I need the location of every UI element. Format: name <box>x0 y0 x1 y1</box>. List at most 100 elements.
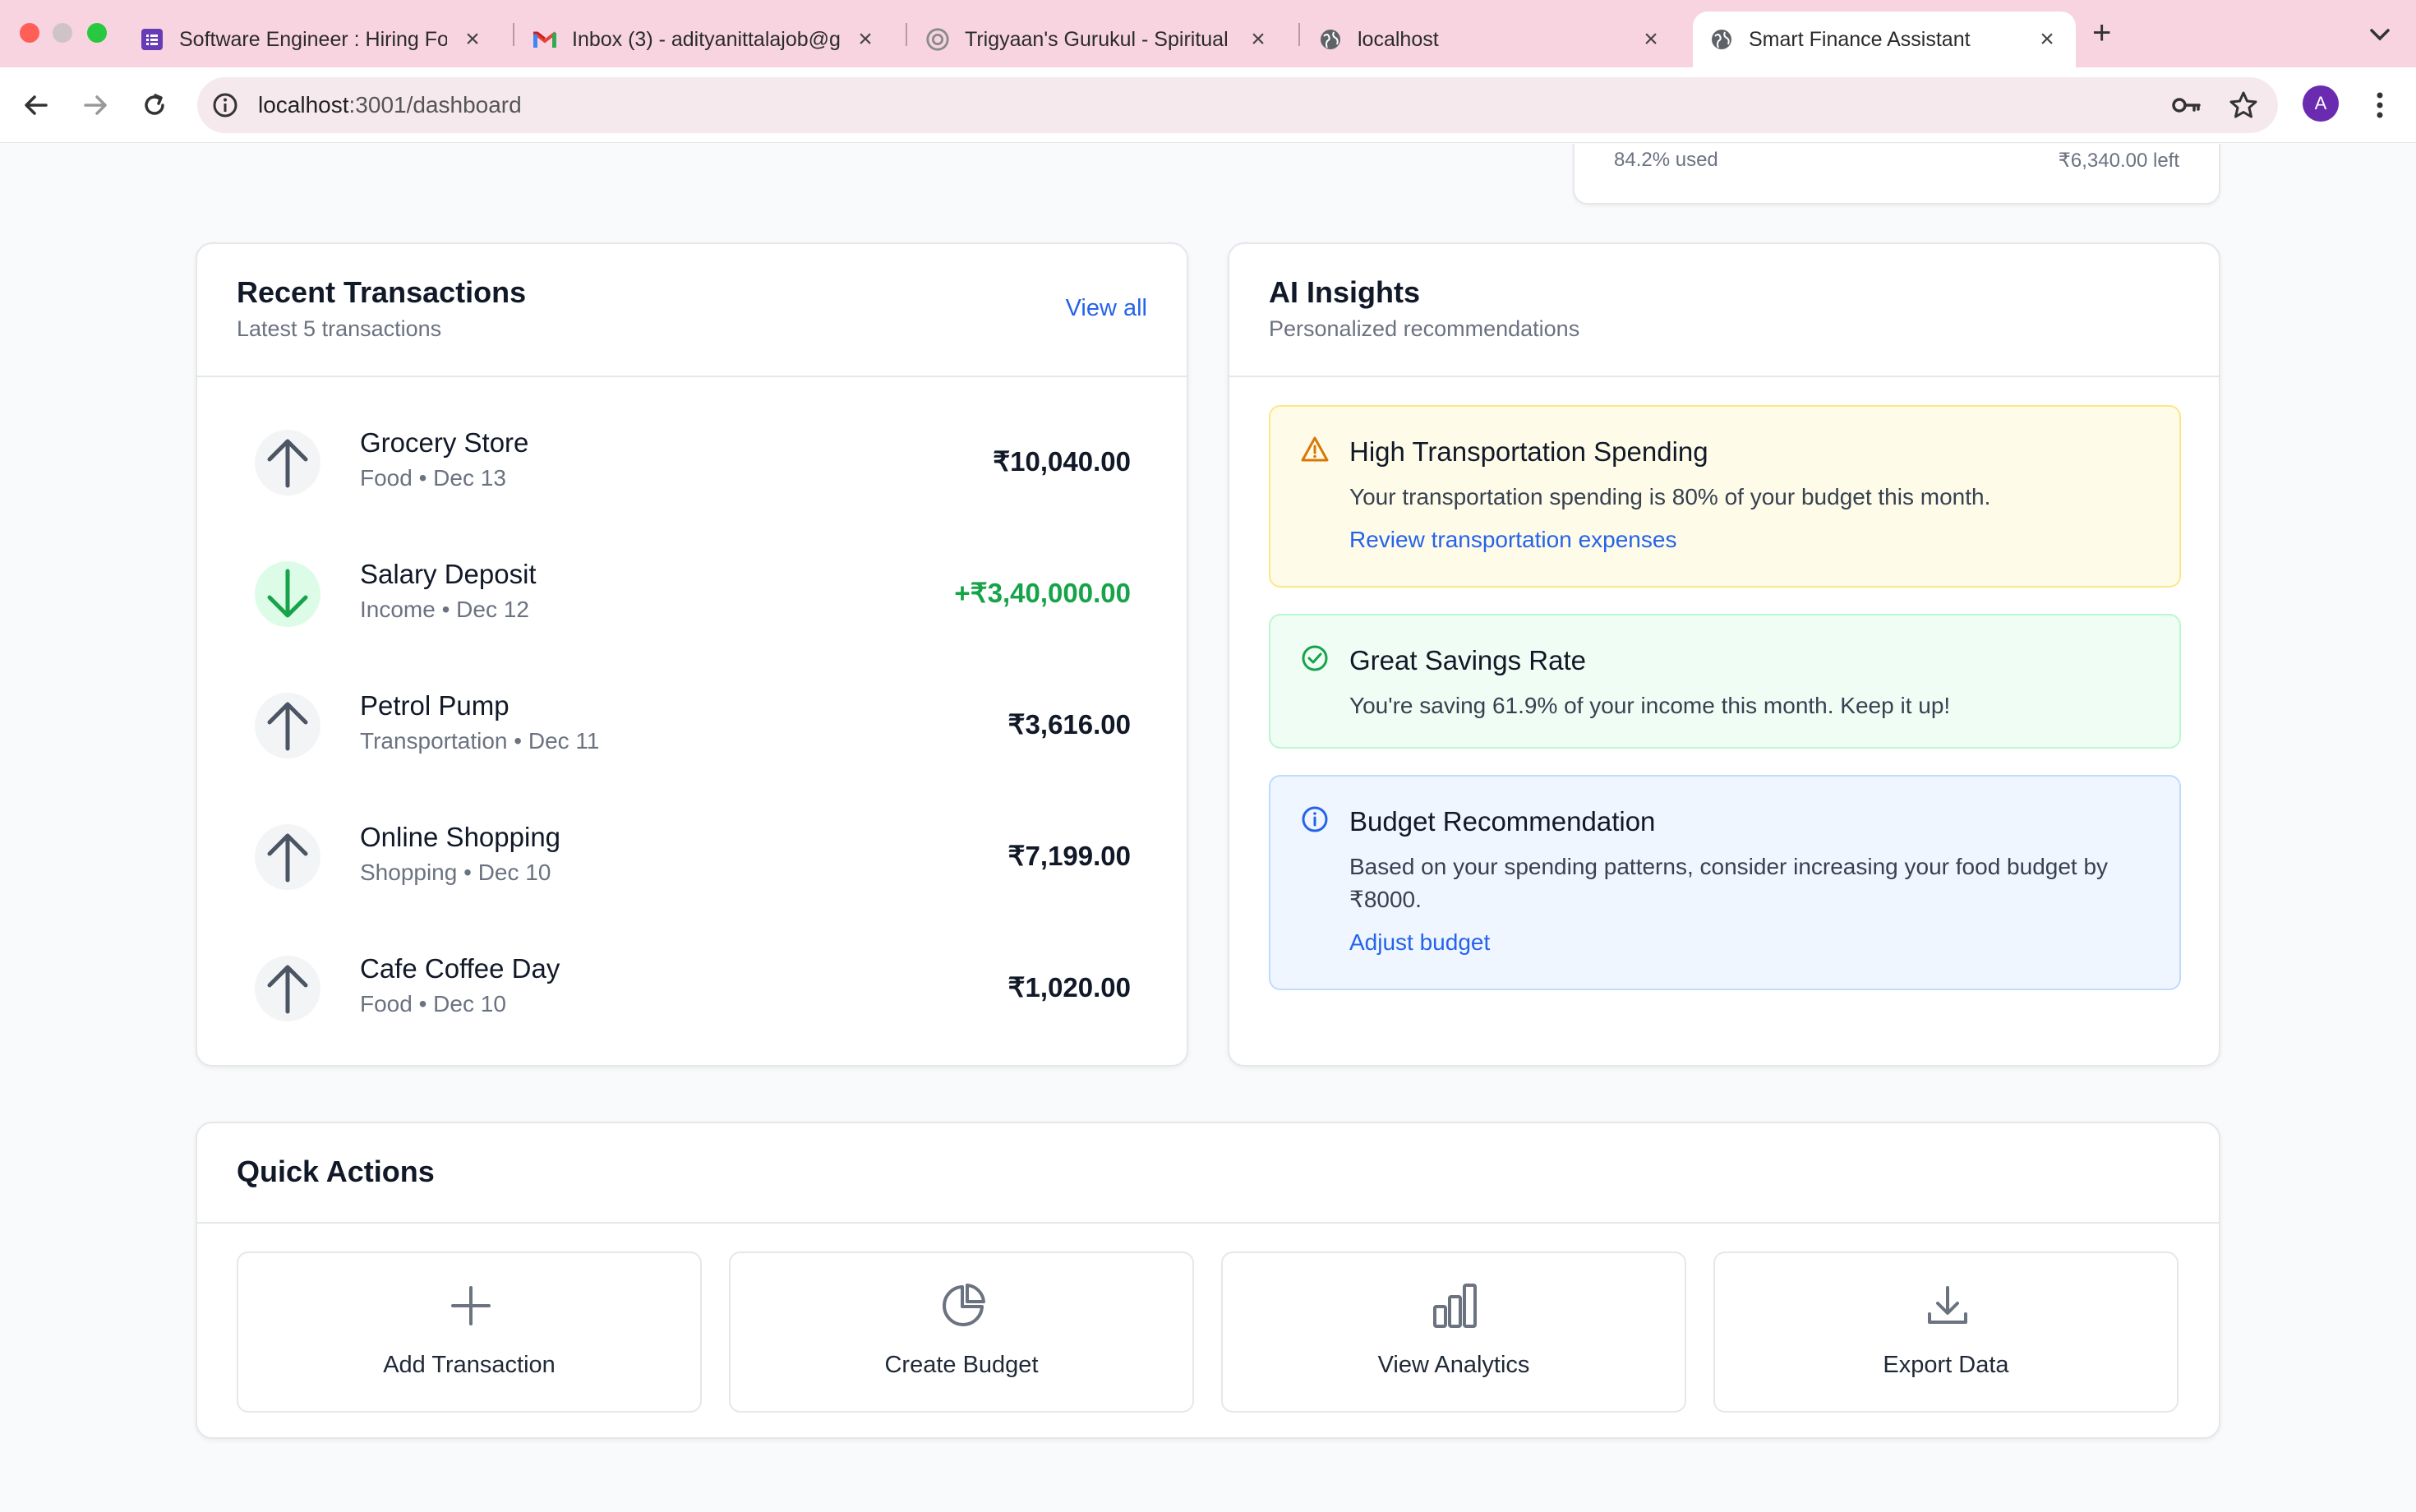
review-transportation-link[interactable]: Review transportation expenses <box>1349 527 1676 553</box>
tab-close-icon[interactable]: × <box>1246 25 1270 53</box>
browser-tab-active[interactable]: Smart Finance Assistant × <box>1693 12 2076 67</box>
globe-icon <box>1709 27 1734 52</box>
back-arrow-icon[interactable] <box>16 85 56 125</box>
insight-success: Great Savings Rate You're saving 61.9% o… <box>1269 614 2181 749</box>
transaction-name: Petrol Pump <box>360 690 509 721</box>
budget-summary-card: 84.2% used ₹6,340.00 left <box>1573 144 2220 205</box>
tab-close-icon[interactable]: × <box>1639 25 1663 53</box>
check-circle-icon <box>1300 643 1330 673</box>
globe-icon <box>1318 27 1343 52</box>
ai-insights-card: AI Insights Personalized recommendations… <box>1228 242 2220 1067</box>
pie-chart-icon <box>938 1281 988 1330</box>
browser-tab[interactable]: Inbox (3) - adityanittalajob@g × <box>516 12 894 67</box>
tab-divider <box>513 23 514 46</box>
tab-title: Software Engineer : Hiring Fo <box>179 27 447 51</box>
transaction-row[interactable]: Cafe Coffee Day Food • Dec 10 ₹1,020.00 <box>255 943 1131 1034</box>
url-text: localhost:3001/dashboard <box>258 92 522 118</box>
transaction-name: Online Shopping <box>360 822 561 852</box>
warning-triangle-icon <box>1300 435 1330 464</box>
insight-title: Great Savings Rate <box>1349 645 1586 675</box>
arrow-up-icon <box>255 430 320 496</box>
tab-close-icon[interactable]: × <box>2035 25 2059 53</box>
transaction-name: Cafe Coffee Day <box>360 953 560 984</box>
tab-title: localhost <box>1358 27 1439 51</box>
quick-action-label: View Analytics <box>1377 1352 1530 1378</box>
export-data-button[interactable]: Export Data <box>1713 1252 2179 1413</box>
arrow-down-icon <box>255 561 320 627</box>
url-host: localhost <box>258 92 349 118</box>
card-title: AI Insights <box>1269 275 1421 309</box>
transaction-row[interactable]: Online Shopping Shopping • Dec 10 ₹7,199… <box>255 812 1131 902</box>
tab-divider <box>906 23 907 46</box>
card-subtitle: Personalized recommendations <box>1269 316 1580 341</box>
new-tab-button[interactable]: + <box>2092 15 2111 52</box>
window-minimize-button[interactable] <box>53 23 72 43</box>
transaction-meta: Food • Dec 10 <box>360 991 506 1016</box>
transaction-meta: Food • Dec 13 <box>360 465 506 491</box>
forms-icon <box>140 27 164 52</box>
tab-close-icon[interactable]: × <box>460 25 485 53</box>
quick-action-label: Add Transaction <box>383 1352 556 1378</box>
info-circle-icon <box>1300 804 1330 834</box>
insight-info: Budget Recommendation Based on your spen… <box>1269 775 2181 990</box>
quick-actions-card: Quick Actions Add Transaction Create Bud… <box>196 1122 2220 1439</box>
card-header: Recent Transactions Latest 5 transaction… <box>197 244 1187 377</box>
view-analytics-button[interactable]: View Analytics <box>1221 1252 1686 1413</box>
window-zoom-button[interactable] <box>87 23 107 43</box>
browser-tab-strip: Software Engineer : Hiring Fo × Inbox (3… <box>0 0 2416 67</box>
download-icon <box>1923 1281 1972 1330</box>
transaction-name: Grocery Store <box>360 427 529 458</box>
insight-body: You're saving 61.9% of your income this … <box>1349 693 1951 718</box>
browser-tab[interactable]: Software Engineer : Hiring Fo × <box>123 12 501 67</box>
tab-divider <box>1298 23 1300 46</box>
browser-toolbar: localhost:3001/dashboard A <box>0 67 2416 143</box>
bar-chart-icon <box>1431 1281 1480 1330</box>
recent-transactions-card: Recent Transactions Latest 5 transaction… <box>196 242 1188 1067</box>
transaction-meta: Income • Dec 12 <box>360 597 529 622</box>
arrow-up-icon <box>255 824 320 890</box>
reload-icon[interactable] <box>135 85 174 125</box>
quick-action-label: Create Budget <box>884 1352 1039 1378</box>
transaction-amount: ₹3,616.00 <box>1007 709 1131 740</box>
card-title: Quick Actions <box>237 1155 435 1188</box>
page-viewport: 84.2% used ₹6,340.00 left Recent Transac… <box>0 144 2416 1512</box>
create-budget-button[interactable]: Create Budget <box>729 1252 1194 1413</box>
bookmark-star-icon[interactable] <box>2227 89 2260 126</box>
insight-body: Your transportation spending is 80% of y… <box>1349 484 1991 509</box>
window-close-button[interactable] <box>20 23 39 43</box>
tab-title: Inbox (3) - adityanittalajob@g <box>572 27 840 51</box>
insight-title: Budget Recommendation <box>1349 806 1656 837</box>
address-bar[interactable]: localhost:3001/dashboard <box>197 77 2278 133</box>
transaction-row[interactable]: Salary Deposit Income • Dec 12 +₹3,40,00… <box>255 549 1131 639</box>
arrow-up-icon <box>255 693 320 758</box>
insight-warning: High Transportation Spending Your transp… <box>1269 405 2181 588</box>
card-header: AI Insights Personalized recommendations <box>1229 244 2219 377</box>
transaction-amount: ₹1,020.00 <box>1007 972 1131 1003</box>
tab-title: Smart Finance Assistant <box>1749 27 1971 51</box>
forward-arrow-icon[interactable] <box>76 85 115 125</box>
chevron-down-icon[interactable] <box>2360 15 2400 54</box>
budget-left-text: ₹6,340.00 left <box>2058 150 2179 172</box>
transaction-amount: +₹3,40,000.00 <box>954 578 1131 608</box>
transaction-row[interactable]: Petrol Pump Transportation • Dec 11 ₹3,6… <box>255 680 1131 771</box>
transaction-amount: ₹7,199.00 <box>1007 841 1131 871</box>
browser-tab[interactable]: localhost × <box>1302 12 1680 67</box>
gurukul-icon <box>925 27 950 52</box>
password-key-icon[interactable] <box>2169 89 2202 126</box>
site-info-icon[interactable] <box>212 92 238 118</box>
browser-tab[interactable]: Trigyaan's Gurukul - Spiritual × <box>909 12 1287 67</box>
card-title: Recent Transactions <box>237 275 527 309</box>
tab-title: Trigyaan's Gurukul - Spiritual <box>965 27 1229 51</box>
transaction-amount: ₹10,040.00 <box>993 446 1131 477</box>
profile-avatar[interactable]: A <box>2303 85 2339 122</box>
add-transaction-button[interactable]: Add Transaction <box>237 1252 702 1413</box>
adjust-budget-link[interactable]: Adjust budget <box>1349 929 1490 956</box>
transaction-meta: Transportation • Dec 11 <box>360 728 600 754</box>
transaction-name: Salary Deposit <box>360 559 537 589</box>
transaction-row[interactable]: Grocery Store Food • Dec 13 ₹10,040.00 <box>255 417 1131 508</box>
tab-close-icon[interactable]: × <box>853 25 878 53</box>
more-menu-icon[interactable] <box>2363 85 2396 125</box>
quick-action-label: Export Data <box>1883 1352 2009 1378</box>
arrow-up-icon <box>255 956 320 1021</box>
view-all-link[interactable]: View all <box>1066 295 1147 322</box>
